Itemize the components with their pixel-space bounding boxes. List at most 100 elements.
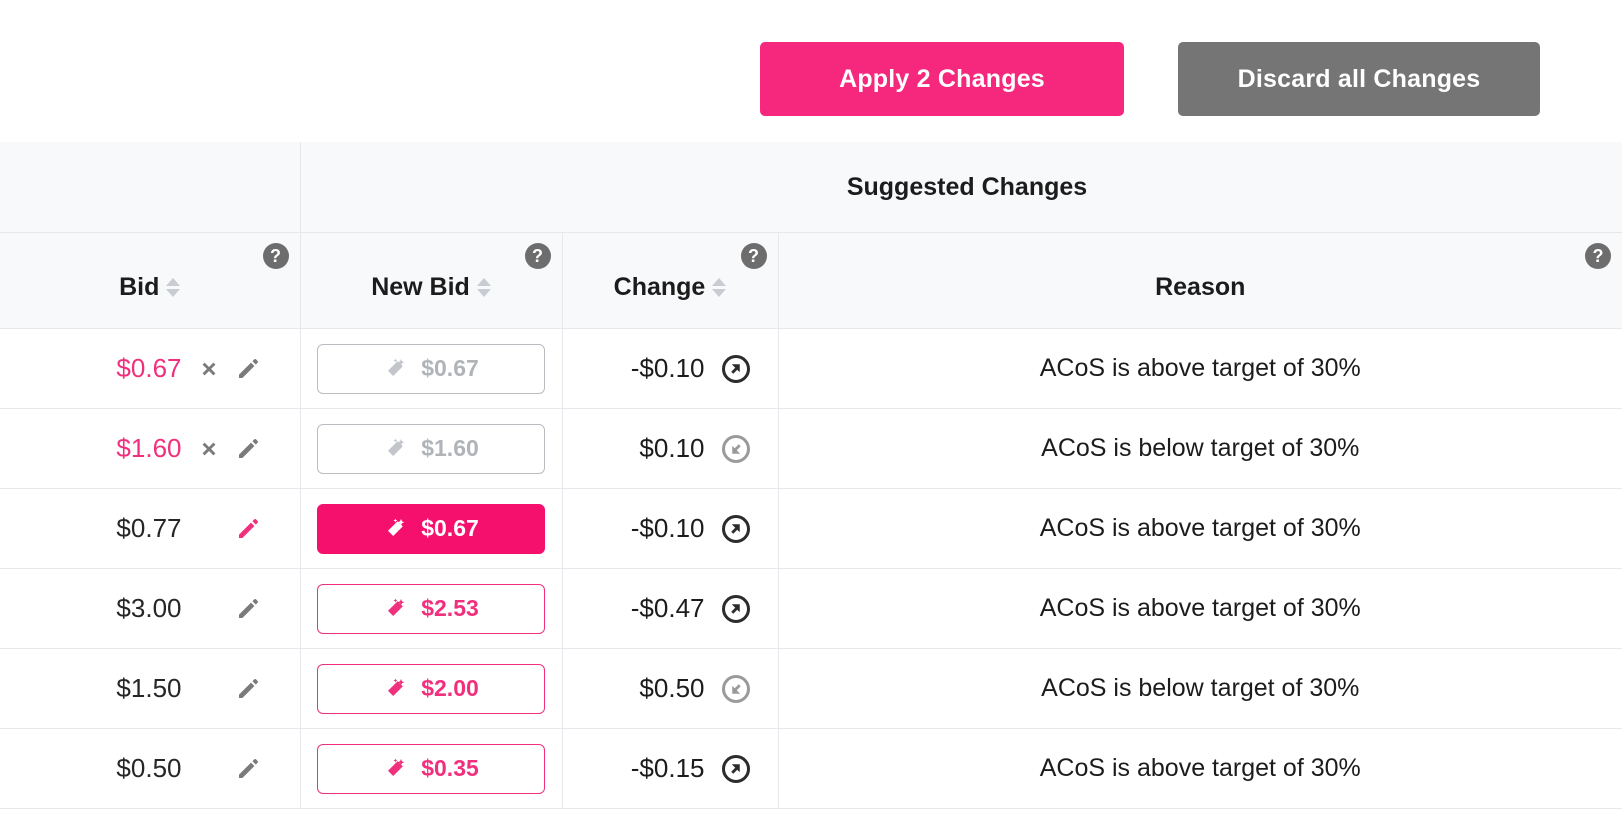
- new-bid-button[interactable]: $2.00: [317, 664, 545, 714]
- reason-text: ACoS is below target of 30%: [779, 409, 1622, 488]
- group-header-row: Suggested Changes: [0, 142, 1622, 233]
- new-bid-button[interactable]: $0.67: [317, 344, 545, 394]
- change-cell: -$0.15: [562, 729, 778, 809]
- table-body: $0.67 $0.67 -$0.10 ACoS is above target of …: [0, 329, 1622, 809]
- column-header-reason[interactable]: Reason?: [778, 233, 1622, 329]
- new-bid-cell: $1.60: [300, 409, 562, 489]
- discard-changes-button[interactable]: Discard all Changes: [1178, 42, 1540, 116]
- edit-bid-icon[interactable]: [236, 437, 260, 461]
- new-bid-button[interactable]: $0.35: [317, 744, 545, 794]
- new-bid-button[interactable]: $2.53: [317, 584, 545, 634]
- edit-bid-icon[interactable]: [236, 597, 260, 621]
- new-bid-cell: $0.67: [300, 489, 562, 569]
- reason-text: ACoS is above target of 30%: [779, 329, 1622, 408]
- edit-bid-icon[interactable]: [236, 517, 260, 541]
- magic-wand-icon: [383, 517, 407, 541]
- reason-cell: ACoS is above target of 30%: [778, 729, 1622, 809]
- table-head: Suggested Changes Bid?New Bid?Change?Rea…: [0, 142, 1622, 329]
- change-cell: -$0.10: [562, 489, 778, 569]
- edit-bid-icon[interactable]: [236, 357, 260, 381]
- arrow-down-circle-icon: [721, 354, 751, 384]
- bid-suggestions-page: Apply 2 Changes Discard all Changes Sugg…: [0, 0, 1622, 830]
- new-bid-cell: $0.67: [300, 329, 562, 409]
- change-value: $0.10: [639, 433, 704, 464]
- clear-bid-placeholder: [198, 758, 220, 780]
- bid-cell: $1.60: [0, 409, 300, 489]
- action-bar: Apply 2 Changes Discard all Changes: [0, 0, 1622, 142]
- bid-cell: $1.50: [0, 649, 300, 729]
- arrow-down-circle-icon: [721, 594, 751, 624]
- reason-cell: ACoS is below target of 30%: [778, 649, 1622, 729]
- table-row: $0.77 $0.67 -$0.10 ACoS is above target of …: [0, 489, 1622, 569]
- edit-bid-icon[interactable]: [236, 677, 260, 701]
- change-value: -$0.15: [631, 753, 705, 784]
- change-value: $0.50: [639, 673, 704, 704]
- change-value: -$0.10: [631, 353, 705, 384]
- bid-cell: $0.67: [0, 329, 300, 409]
- apply-changes-button[interactable]: Apply 2 Changes: [760, 42, 1124, 116]
- new-bid-cell: $0.35: [300, 729, 562, 809]
- sort-toggle-newbid-icon[interactable]: [477, 278, 491, 297]
- table-row: $3.00 $2.53 -$0.47 ACoS is above target of …: [0, 569, 1622, 649]
- clear-bid-placeholder: [198, 678, 220, 700]
- reason-cell: ACoS is below target of 30%: [778, 409, 1622, 489]
- change-value: -$0.10: [631, 513, 705, 544]
- arrow-down-circle-icon: [721, 514, 751, 544]
- arrow-up-circle-icon: [721, 674, 751, 704]
- change-cell: $0.10: [562, 409, 778, 489]
- column-header-label-change: Change: [614, 273, 706, 302]
- change-cell: -$0.47: [562, 569, 778, 649]
- bid-cell: $3.00: [0, 569, 300, 649]
- clear-bid-icon[interactable]: [198, 438, 220, 460]
- sort-toggle-bid-icon[interactable]: [166, 278, 180, 297]
- new-bid-cell: $2.00: [300, 649, 562, 729]
- bids-table: Suggested Changes Bid?New Bid?Change?Rea…: [0, 142, 1622, 809]
- change-cell: -$0.10: [562, 329, 778, 409]
- column-header-label-newbid: New Bid: [371, 273, 470, 302]
- reason-text: ACoS is above target of 30%: [779, 729, 1622, 808]
- new-bid-value: $1.60: [421, 435, 479, 462]
- bid-value: $1.60: [116, 433, 181, 464]
- bid-value: $1.50: [116, 673, 181, 704]
- group-header-suggested-changes: Suggested Changes: [300, 142, 1622, 233]
- bid-cell: $0.50: [0, 729, 300, 809]
- column-header-bid[interactable]: Bid?: [0, 233, 300, 329]
- help-newbid-icon[interactable]: ?: [525, 243, 551, 269]
- new-bid-cell: $2.53: [300, 569, 562, 649]
- sort-toggle-change-icon[interactable]: [712, 278, 726, 297]
- help-bid-icon[interactable]: ?: [263, 243, 289, 269]
- edit-bid-icon[interactable]: [236, 757, 260, 781]
- bid-value: $0.77: [116, 513, 181, 544]
- table-row: $1.60 $1.60 $0.10 ACoS is below target of 3…: [0, 409, 1622, 489]
- new-bid-value: $0.67: [421, 355, 479, 382]
- magic-wand-icon: [383, 757, 407, 781]
- column-header-label-reason: Reason: [1155, 273, 1245, 302]
- reason-text: ACoS is above target of 30%: [779, 569, 1622, 648]
- bid-value: $0.50: [116, 753, 181, 784]
- new-bid-button[interactable]: $1.60: [317, 424, 545, 474]
- new-bid-value: $0.35: [421, 755, 479, 782]
- new-bid-button[interactable]: $0.67: [317, 504, 545, 554]
- help-reason-icon[interactable]: ?: [1585, 243, 1611, 269]
- magic-wand-icon: [383, 677, 407, 701]
- arrow-up-circle-icon: [721, 434, 751, 464]
- column-header-label-bid: Bid: [119, 273, 159, 302]
- clear-bid-icon[interactable]: [198, 358, 220, 380]
- reason-cell: ACoS is above target of 30%: [778, 569, 1622, 649]
- clear-bid-placeholder: [198, 518, 220, 540]
- new-bid-value: $0.67: [421, 515, 479, 542]
- help-change-icon[interactable]: ?: [741, 243, 767, 269]
- magic-wand-icon: [383, 597, 407, 621]
- change-cell: $0.50: [562, 649, 778, 729]
- change-value: -$0.47: [631, 593, 705, 624]
- suggested-changes-title: Suggested Changes: [301, 173, 1622, 202]
- column-header-newbid[interactable]: New Bid?: [300, 233, 562, 329]
- bids-table-container[interactable]: Suggested Changes Bid?New Bid?Change?Rea…: [0, 142, 1622, 830]
- table-row: $0.67 $0.67 -$0.10 ACoS is above target of …: [0, 329, 1622, 409]
- magic-wand-icon: [383, 437, 407, 461]
- clear-bid-placeholder: [198, 598, 220, 620]
- group-header-blank: [0, 142, 300, 233]
- bid-value: $0.67: [116, 353, 181, 384]
- column-header-change[interactable]: Change?: [562, 233, 778, 329]
- reason-text: ACoS is above target of 30%: [779, 489, 1622, 568]
